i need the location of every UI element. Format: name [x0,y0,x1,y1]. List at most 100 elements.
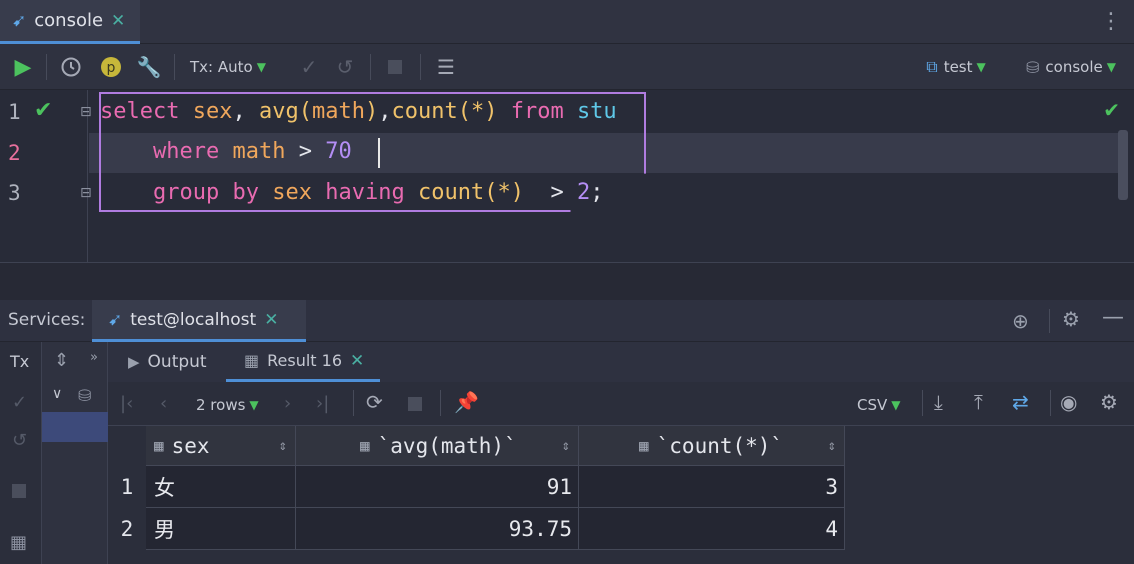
code-line-3[interactable]: group by sex having count(*) > 2; [100,180,603,205]
export-format-dropdown[interactable]: CSV ▼ [857,396,901,414]
table-cell[interactable]: 男 [146,508,296,550]
tab-console-label: console [34,10,104,31]
toolbar-divider [1050,390,1051,416]
first-page-icon[interactable]: |‹ [120,393,133,414]
datasource-selector[interactable]: ⧉ test ▼ [916,44,996,90]
history-button[interactable] [56,44,86,90]
rows-per-page-dropdown[interactable]: 2 rows ▼ [196,396,259,414]
tab-test-localhost[interactable]: ➹ test@localhost ✕ [92,300,306,342]
session-label: console [1045,58,1103,76]
stop-button[interactable] [380,44,410,90]
table-cell[interactable]: 3 [579,466,845,508]
gear-icon[interactable]: ⚙ [1100,390,1118,414]
toolbar-divider [440,390,441,416]
p-circle-icon: p [101,57,121,77]
rollback-icon[interactable]: ↺ [12,430,27,451]
sort-icon[interactable]: ⇕ [828,438,836,454]
stop-icon[interactable] [12,484,26,498]
keyword-by: by [232,180,259,205]
mysql-dolphin-icon: ➹ [12,10,27,31]
toolbar-divider [353,390,354,416]
sort-icon[interactable]: ⇕ [279,438,287,454]
toolbar-divider [370,54,371,80]
column-header-label: sex [171,433,210,458]
eye-icon[interactable]: ◉ [1060,390,1077,414]
inspection-ok-icon: ✔ [1103,98,1120,122]
paren: ( [298,99,312,124]
code-line-2[interactable]: where math > 70 [100,139,352,164]
row-number[interactable]: 1 [108,466,146,508]
execute-button[interactable]: ▶ [8,44,38,90]
collapse-all-icon[interactable]: ⇕ [54,350,69,371]
sort-icon[interactable]: ⇕ [562,438,570,454]
commit-button[interactable]: ✓ [294,44,324,90]
layout-icon[interactable]: ▦ [10,532,27,553]
session-selector[interactable]: ⛁ console ▼ [1014,44,1128,90]
row-number-header [108,426,146,466]
column-header-label: `avg(math)` [377,433,517,458]
table-name: stu [576,99,617,124]
chevron-down-icon: ▼ [249,398,259,412]
crosshair-icon[interactable]: ⊕ [1012,309,1029,333]
paren: ) [484,99,498,124]
datasource-label: test [943,58,973,76]
minimize-icon[interactable]: — [1102,305,1124,330]
expand-arrow-icon[interactable]: ∨ [52,386,62,402]
keyword-from: from [510,99,564,124]
mysql-dolphin-icon: ➹ [108,309,123,330]
column-icon: ▦ [639,436,649,455]
close-tab-icon[interactable]: ✕ [111,11,125,31]
tab-output[interactable]: ▶ Output [128,342,207,382]
refresh-icon[interactable]: ⟳ [366,390,383,414]
commit-icon[interactable]: ✓ [12,392,27,413]
next-page-icon[interactable]: › [284,393,291,414]
table-cell[interactable]: 91 [296,466,579,508]
rollback-button[interactable]: ↺ [330,44,360,90]
fold-open-icon[interactable]: ⊟ [80,104,92,120]
console-node-icon[interactable]: ⛁ [78,386,91,405]
tab-result-16[interactable]: ▦ Result 16 ✕ [226,342,380,382]
table-cell[interactable]: 4 [579,508,845,550]
row-number[interactable]: 2 [108,508,146,550]
close-tab-icon[interactable]: ✕ [264,310,278,330]
more-options-icon[interactable]: ⋮ [1100,8,1122,36]
column-icon: ▦ [360,436,370,455]
last-page-icon[interactable]: ›| [316,393,329,414]
fold-close-icon[interactable]: ⊟ [80,185,92,201]
column-header-count[interactable]: ▦ `count(*)` ⇕ [579,426,845,466]
pin-icon[interactable]: 📌 [454,390,479,414]
compare-icon[interactable]: ⇄ [1012,390,1029,414]
more-chevrons-icon[interactable]: » [90,350,98,365]
statement-ok-icon: ✔ [34,98,53,123]
download-icon[interactable]: ⤓ [934,390,943,414]
explain-plan-button[interactable]: p [96,44,126,90]
punct: , [378,99,392,124]
transaction-mode-dropdown[interactable]: Tx: Auto ▼ [190,44,282,90]
previous-page-icon[interactable]: ‹ [160,393,167,414]
tree-selected-row[interactable] [42,412,108,442]
editor-scrollbar[interactable] [1118,130,1128,200]
keyword-having: having [325,180,405,205]
tx-label[interactable]: Tx [10,352,29,371]
table-cell[interactable]: 93.75 [296,508,579,550]
output-layout-button[interactable]: ☰ [430,44,462,90]
editor-toolbar: ▶ p 🔧 Tx: Auto ▼ ✓ ↺ ☰ ⧉ test ▼ ⛁ consol… [0,44,1134,90]
column-header-sex[interactable]: ▦ sex ⇕ [146,426,296,466]
table-cell[interactable]: 女 [146,466,296,508]
code-line-1[interactable]: select sex, avg(math),count(*) from stu [100,99,617,124]
gear-icon[interactable]: ⚙ [1062,307,1080,331]
close-tab-icon[interactable]: ✕ [350,351,364,371]
column-header-avg-math[interactable]: ▦ `avg(math)` ⇕ [296,426,579,466]
tab-console[interactable]: ➹ console ✕ [0,0,140,44]
keyword-group: group [152,180,220,205]
paren: ( [457,99,471,124]
number-literal: 70 [325,139,352,164]
upload-icon[interactable]: ⤒ [974,390,983,414]
play-icon: ▶ [14,54,32,80]
undo-icon: ↺ [336,55,354,79]
stop-icon[interactable] [408,397,422,411]
settings-wrench-button[interactable]: 🔧 [134,44,164,90]
line-number: 3 [8,181,21,205]
paren: ( [484,180,498,205]
star: * [470,99,485,124]
